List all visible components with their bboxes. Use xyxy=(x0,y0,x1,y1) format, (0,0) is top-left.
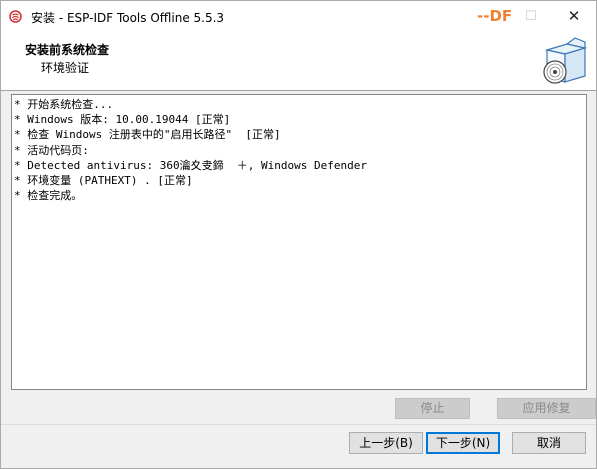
log-line: * 活动代码页: xyxy=(14,143,89,157)
page-subtitle: 环境验证 xyxy=(41,61,90,75)
log-line: * Windows 版本: 10.00.19044 [正常] xyxy=(14,113,231,127)
log-line: * 环境变量 (PATHEXT) . [正常] xyxy=(14,174,193,188)
log-output[interactable]: * 开始系统检查... * Windows 版本: 10.00.19044 [正… xyxy=(11,94,587,390)
watermark-text: DF xyxy=(489,7,513,25)
page-title: 安装前系统检查 xyxy=(25,43,110,57)
watermark-dash: -- xyxy=(477,7,490,25)
installer-window: 安装 - ESP-IDF Tools Offline 5.5.3 --DF ☐ … xyxy=(0,0,597,469)
stop-button[interactable]: 停止 xyxy=(395,398,470,419)
log-line: * 检查 Windows 注册表中的"启用长路径" [正常] xyxy=(14,128,281,142)
divider xyxy=(1,424,596,425)
maximize-button[interactable]: ☐ xyxy=(511,1,551,32)
log-line: * 开始系统检查... xyxy=(14,98,114,111)
installer-box-disc-icon xyxy=(543,37,588,84)
log-line: * 检查完成。 xyxy=(14,189,83,203)
cancel-button[interactable]: 取消 xyxy=(512,432,586,454)
title-bar: 安装 - ESP-IDF Tools Offline 5.5.3 --DF ☐ … xyxy=(1,1,596,32)
next-button[interactable]: 下一步(N) xyxy=(426,432,500,454)
window-title: 安装 - ESP-IDF Tools Offline 5.5.3 xyxy=(31,11,225,25)
log-line: * Detected antivirus: 360瀹夊叏鍗 ＋, Windows… xyxy=(14,158,368,172)
watermark-logo: --DF xyxy=(477,7,512,25)
apply-fix-button[interactable]: 应用修复 xyxy=(497,398,596,419)
wizard-header: 安装前系统检查 环境验证 xyxy=(1,32,596,91)
close-button[interactable]: ✕ xyxy=(554,1,594,32)
app-icon xyxy=(9,10,22,23)
back-button[interactable]: 上一步(B) xyxy=(349,432,423,454)
